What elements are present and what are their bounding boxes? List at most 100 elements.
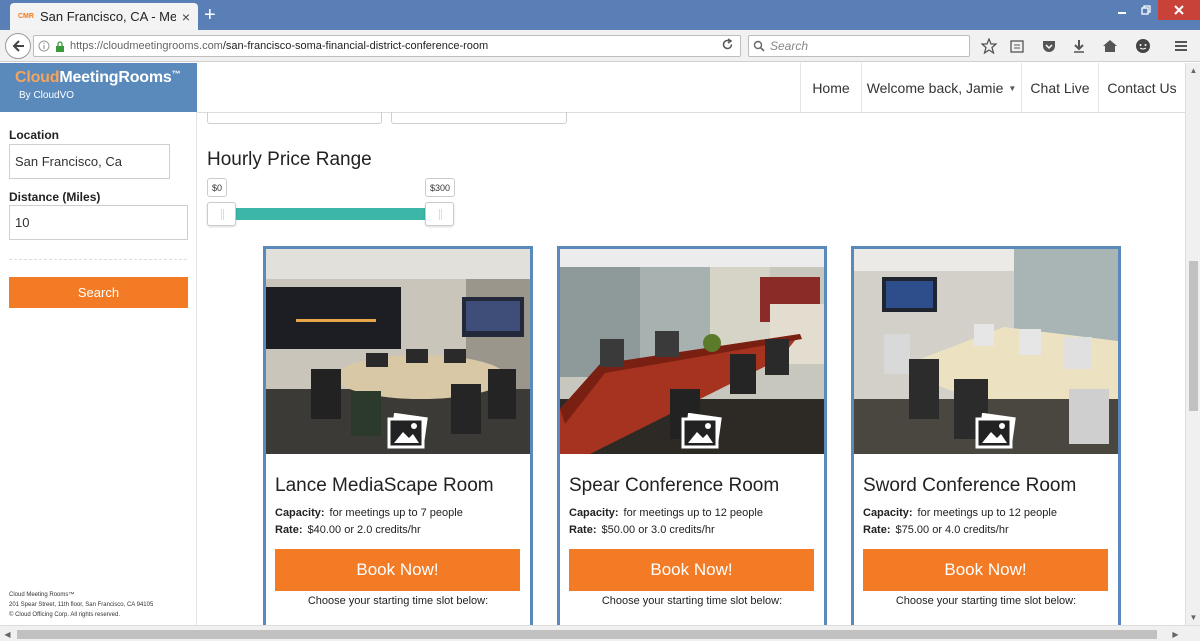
site-favicon-icon: CMR [18,13,34,20]
tab-title: San Francisco, CA - Meeti... [39,9,176,24]
room-rate: Rate: $40.00 or 2.0 credits/hr [275,524,421,536]
browser-toolbar: https://cloudmeetingrooms.com/san-franci… [0,30,1200,62]
back-button[interactable] [5,33,31,59]
gallery-icon[interactable] [386,413,430,449]
filter-input-partial[interactable] [207,112,382,124]
back-icon [12,40,24,52]
scroll-up-icon[interactable]: ▲ [1186,63,1200,78]
price-range-title: Hourly Price Range [207,149,372,170]
close-icon [1174,5,1184,15]
room-card: Spear Conference Room Capacity: for meeti… [557,246,827,625]
book-now-button[interactable]: Book Now! [863,549,1108,591]
window-maximize-button[interactable] [1134,0,1158,20]
filter-input-partial[interactable] [391,112,567,124]
room-capacity: Capacity: for meetings up to 12 people [863,507,1057,519]
chat-icon[interactable] [1134,37,1152,55]
url-bar[interactable]: https://cloudmeetingrooms.com/san-franci… [33,35,741,57]
reload-icon[interactable] [721,38,734,54]
footer-company: Cloud Meeting Rooms™ [9,592,75,598]
nav-home[interactable]: Home [800,63,861,113]
search-icon [753,40,765,52]
minimize-icon [1118,12,1126,14]
vertical-scroll-thumb[interactable] [1189,261,1198,411]
book-now-button[interactable]: Book Now! [569,549,814,591]
room-title[interactable]: Spear Conference Room [569,475,779,497]
menu-icon[interactable] [1172,37,1190,55]
scroll-down-icon[interactable]: ▼ [1186,610,1200,625]
footer-address: 201 Spear Street, 11th floor, San Franci… [9,602,154,608]
price-slider-max-handle[interactable] [425,202,454,226]
download-icon[interactable] [1070,37,1088,55]
rate-value: $50.00 or 3.0 credits/hr [601,524,715,536]
rate-value: $75.00 or 4.0 credits/hr [895,524,1009,536]
sidebar-footer: Cloud Meeting Rooms™ 201 Spear Street, 1… [9,590,153,620]
rate-value: $40.00 or 2.0 credits/hr [307,524,421,536]
room-capacity: Capacity: for meetings up to 7 people [275,507,463,519]
horizontal-scroll-thumb[interactable] [17,630,1157,639]
rate-label: Rate: [569,524,597,536]
window-minimize-button[interactable] [1110,0,1134,20]
room-capacity: Capacity: for meetings up to 12 people [569,507,763,519]
browser-search-input[interactable]: Search [748,35,970,57]
browser-tab[interactable]: CMR San Francisco, CA - Meeti... × [10,3,198,30]
capacity-value: for meetings up to 12 people [623,507,763,519]
logo-subtitle: By CloudVO [19,90,75,101]
gallery-icon[interactable] [680,413,724,449]
site-logo[interactable]: CloudMeetingRooms™ By CloudVO [0,63,197,112]
welcome-text: Welcome back, Jamie [866,80,1004,96]
lock-icon [56,40,64,52]
info-icon [38,40,50,52]
capacity-value: for meetings up to 12 people [917,507,1057,519]
vertical-scrollbar[interactable]: ▲ ▼ [1185,63,1200,625]
room-rate: Rate: $75.00 or 4.0 credits/hr [863,524,1009,536]
room-card: Lance MediaScape Room Capacity: for meeti… [263,246,533,625]
browser-tab-bar: CMR San Francisco, CA - Meeti... × + [0,0,1200,30]
gallery-icon[interactable] [974,413,1018,449]
page-viewport: CloudMeetingRooms™ By CloudVO Location S… [0,63,1200,625]
home-icon[interactable] [1101,37,1119,55]
room-rate: Rate: $50.00 or 3.0 credits/hr [569,524,715,536]
sidebar: CloudMeetingRooms™ By CloudVO Location S… [0,63,197,625]
time-slot-hint: Choose your starting time slot below: [895,595,1077,607]
price-slider-track[interactable] [222,208,440,220]
nav-chat-live[interactable]: Chat Live [1021,63,1098,113]
capacity-label: Capacity: [863,507,913,519]
time-slot-hint: Choose your starting time slot below: [307,595,489,607]
footer-copyright: © Cloud Officing Corp. All rights reserv… [9,612,121,618]
rate-label: Rate: [863,524,891,536]
rate-label: Rate: [275,524,303,536]
book-now-button[interactable]: Book Now! [275,549,520,591]
horizontal-scrollbar[interactable]: ◀ ▶ [0,625,1200,641]
new-tab-button[interactable]: + [204,4,216,26]
pocket-icon[interactable] [1040,37,1058,55]
tab-close-icon[interactable]: × [182,9,190,25]
room-title[interactable]: Sword Conference Room [863,475,1076,497]
capacity-label: Capacity: [569,507,619,519]
restore-icon [1141,5,1151,15]
top-nav: Home Welcome back, Jamie ▼ Chat Live Con… [197,63,1185,113]
nav-contact-us[interactable]: Contact Us [1098,63,1185,113]
price-max-label: $300 [425,178,456,197]
price-min-label: $0 [207,178,228,197]
scroll-right-icon[interactable]: ▶ [1168,626,1183,642]
search-placeholder: Search [770,39,809,53]
distance-label: Distance (Miles) [9,190,101,204]
caret-down-icon: ▼ [1008,83,1017,93]
reading-list-icon[interactable] [1008,37,1026,55]
room-card: Sword Conference Room Capacity: for meeti… [851,246,1121,625]
location-input[interactable]: San Francisco, Ca [9,144,170,179]
nav-account-dropdown[interactable]: Welcome back, Jamie ▼ [861,63,1021,113]
bookmark-star-icon[interactable] [980,37,998,55]
url-text: https://cloudmeetingrooms.com/san-franci… [70,40,489,52]
sidebar-divider [9,259,187,260]
location-label: Location [9,128,59,142]
capacity-value: for meetings up to 7 people [329,507,463,519]
scroll-left-icon[interactable]: ◀ [0,626,15,642]
price-slider-min-handle[interactable] [207,202,236,226]
search-button[interactable]: Search [9,277,188,308]
room-title[interactable]: Lance MediaScape Room [275,475,494,497]
distance-input[interactable]: 10 [9,205,188,240]
capacity-label: Capacity: [275,507,325,519]
window-close-button[interactable] [1158,0,1200,20]
time-slot-hint: Choose your starting time slot below: [601,595,783,607]
